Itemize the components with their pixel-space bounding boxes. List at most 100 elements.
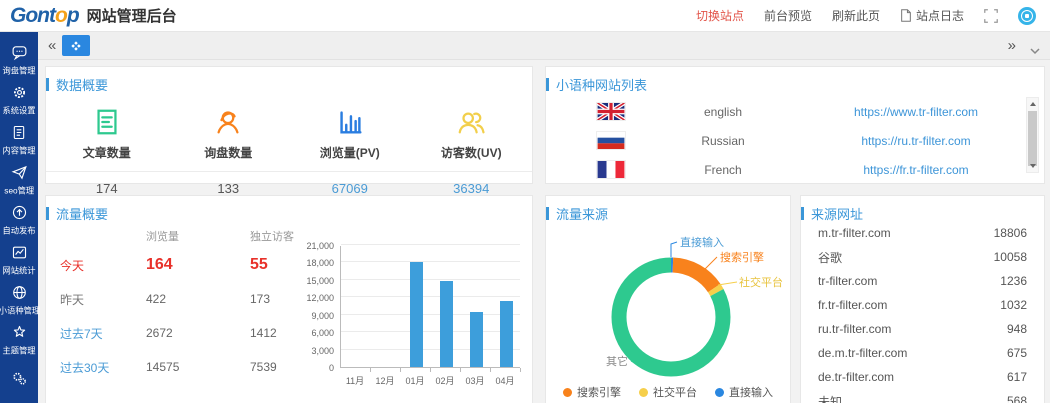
globe-icon xyxy=(11,284,28,302)
panel-title-text: 小语种网站列表 xyxy=(556,75,647,94)
site-url-link[interactable]: https://www.tr-filter.com xyxy=(818,105,1014,119)
x-axis-tick xyxy=(460,368,461,372)
sidebar-item-system[interactable]: 系统设置 xyxy=(0,80,38,120)
gridline xyxy=(341,349,520,350)
sidebar-item-label: 系统设置 xyxy=(2,104,35,116)
fullscreen-icon[interactable] xyxy=(984,9,998,23)
traffic-pv-value: 164 xyxy=(146,256,250,274)
article-icon xyxy=(46,103,168,137)
stat-label: 文章数量 xyxy=(46,144,168,161)
traffic-uv-value: 173 xyxy=(250,292,294,306)
stat-visitors: 访客数(UV) xyxy=(411,103,533,161)
referrer-row: fr.tr-filter.com1032 xyxy=(818,297,1027,313)
traffic-uv-value: 7539 xyxy=(250,360,294,374)
traffic-source-donut-chart: 直接输入搜索引擎社交平台其它 xyxy=(546,222,792,403)
site-url-link[interactable]: https://ru.tr-filter.com xyxy=(818,134,1014,148)
panel-title: 小语种网站列表 xyxy=(546,67,1044,94)
panel-traffic-source: 流量来源 直接输入搜索引擎社交平台其它 搜索引擎社交平台直接输入 xyxy=(545,195,791,403)
traffic-row-昨天: 昨天422173 xyxy=(60,282,294,316)
site-url-link[interactable]: https://fr.tr-filter.com xyxy=(818,163,1014,177)
sidebar-item-site-stats[interactable]: 网站统计 xyxy=(0,240,38,280)
legend-label: 搜索引擎 xyxy=(577,384,621,400)
sidebar: 询盘管理系统设置内容管理seo管理自动发布网站统计小语种管理主题管理 xyxy=(0,32,38,403)
sidebar-item-autopublish[interactable]: 自动发布 xyxy=(0,200,38,240)
sidebar-item-theme[interactable]: 主题管理 xyxy=(0,320,38,360)
header-link-switch-site[interactable]: 切换站点 xyxy=(696,7,744,24)
sidebar-item-multilang[interactable]: 小语种管理 xyxy=(0,280,38,320)
panel-language-sites: 小语种网站列表 englishhttps://www.tr-filter.com… xyxy=(545,66,1045,184)
gridline xyxy=(341,314,520,315)
stat-values-row: 1741336706936394 xyxy=(46,181,532,196)
donut-callout-label: 社交平台 xyxy=(739,275,783,289)
scrollbar-thumb[interactable] xyxy=(1028,111,1037,166)
bar-chart-plot-area xyxy=(340,246,520,368)
y-axis-tick-label: 6,000 xyxy=(298,328,334,338)
sidebar-item-content[interactable]: 内容管理 xyxy=(0,120,38,160)
publish-icon xyxy=(11,204,28,222)
donut-callout-line xyxy=(671,242,677,257)
traffic-row-label[interactable]: 过去30天 xyxy=(60,359,146,376)
y-axis-tick-label: 21,000 xyxy=(298,241,334,251)
traffic-row-今天: 今天16455 xyxy=(60,248,294,282)
legend-item-社交平台[interactable]: 社交平台 xyxy=(639,384,697,400)
legend-item-搜索引擎[interactable]: 搜索引擎 xyxy=(563,384,621,400)
uk-flag-icon xyxy=(596,102,628,122)
referrer-row: m.tr-filter.com18806 xyxy=(818,225,1027,241)
gears-icon xyxy=(11,370,28,388)
stat-value-inquiries: 133 xyxy=(168,181,290,196)
chart-icon xyxy=(11,244,28,262)
sidebar-item-label: 自动发布 xyxy=(2,224,35,236)
sidebar-item-seo[interactable]: seo管理 xyxy=(0,160,38,200)
tabs-scroll-right-icon[interactable]: » xyxy=(1008,36,1016,56)
sidebar-item-label: 主题管理 xyxy=(2,344,35,356)
logo-text: p xyxy=(67,4,79,27)
referrer-list: m.tr-filter.com18806谷歌10058tr-filter.com… xyxy=(818,225,1027,403)
uv-icon xyxy=(411,103,533,137)
header-link-site-log[interactable]: 站点日志 xyxy=(900,7,964,24)
referrer-name: 谷歌 xyxy=(818,249,842,266)
traffic-row-label[interactable]: 过去7天 xyxy=(60,325,146,342)
bar-04月 xyxy=(500,301,513,367)
app-root: Gontop 网站管理后台 切换站点前台预览刷新此页站点日志 « » 询盘管理系… xyxy=(0,0,1050,403)
panel-title-text: 流量来源 xyxy=(556,204,608,223)
user-avatar[interactable] xyxy=(1018,7,1036,25)
inquiry-icon xyxy=(168,103,290,137)
panel-title: 流量来源 xyxy=(546,196,790,223)
legend-item-直接输入[interactable]: 直接输入 xyxy=(715,384,773,400)
header-link-refresh[interactable]: 刷新此页 xyxy=(832,7,880,24)
x-axis-tick-label: 04月 xyxy=(489,374,521,387)
stat-label: 访客数(UV) xyxy=(411,144,533,161)
x-axis-tick-label: 11月 xyxy=(339,374,371,387)
sidebar-item-inquiry[interactable]: 询盘管理 xyxy=(0,40,38,80)
bar-03月 xyxy=(470,312,483,367)
col-header-pageviews: 浏览量 xyxy=(146,228,250,244)
tab-dashboard[interactable] xyxy=(62,35,90,56)
panel-title-text: 流量概要 xyxy=(56,204,108,223)
stat-value-visitors: 36394 xyxy=(411,181,533,196)
header-link-label: 前台预览 xyxy=(764,7,812,24)
scroll-up-icon[interactable] xyxy=(1027,98,1038,110)
title-bar-marker xyxy=(46,78,49,91)
title-bar-marker xyxy=(801,207,804,220)
y-axis-tick-label: 18,000 xyxy=(298,258,334,268)
referrer-count: 10058 xyxy=(994,250,1027,264)
panel-title: 来源网址 xyxy=(801,196,1044,223)
page-title: 网站管理后台 xyxy=(87,5,177,26)
sidebar-item-more[interactable] xyxy=(0,360,38,400)
tabs-scroll-left-icon[interactable]: « xyxy=(48,36,56,56)
title-bar-marker xyxy=(46,207,49,220)
bar-02月 xyxy=(440,281,453,367)
sidebar-item-label: 网站统计 xyxy=(2,264,35,276)
stat-value-articles: 174 xyxy=(46,181,168,196)
scrollbar[interactable] xyxy=(1026,97,1039,173)
stats-row: 文章数量询盘数量浏览量(PV)访客数(UV) xyxy=(46,103,532,161)
header-link-preview[interactable]: 前台预览 xyxy=(764,7,812,24)
legend-dot xyxy=(639,388,648,397)
stat-pageviews: 浏览量(PV) xyxy=(289,103,411,161)
x-axis-tick xyxy=(520,368,521,372)
scroll-down-icon[interactable] xyxy=(1027,160,1038,172)
x-axis-tick-label: 01月 xyxy=(399,374,431,387)
traffic-row-label: 昨天 xyxy=(60,291,146,308)
tabs-menu-caret-icon[interactable] xyxy=(1030,42,1040,60)
traffic-row-label: 今天 xyxy=(60,257,146,274)
